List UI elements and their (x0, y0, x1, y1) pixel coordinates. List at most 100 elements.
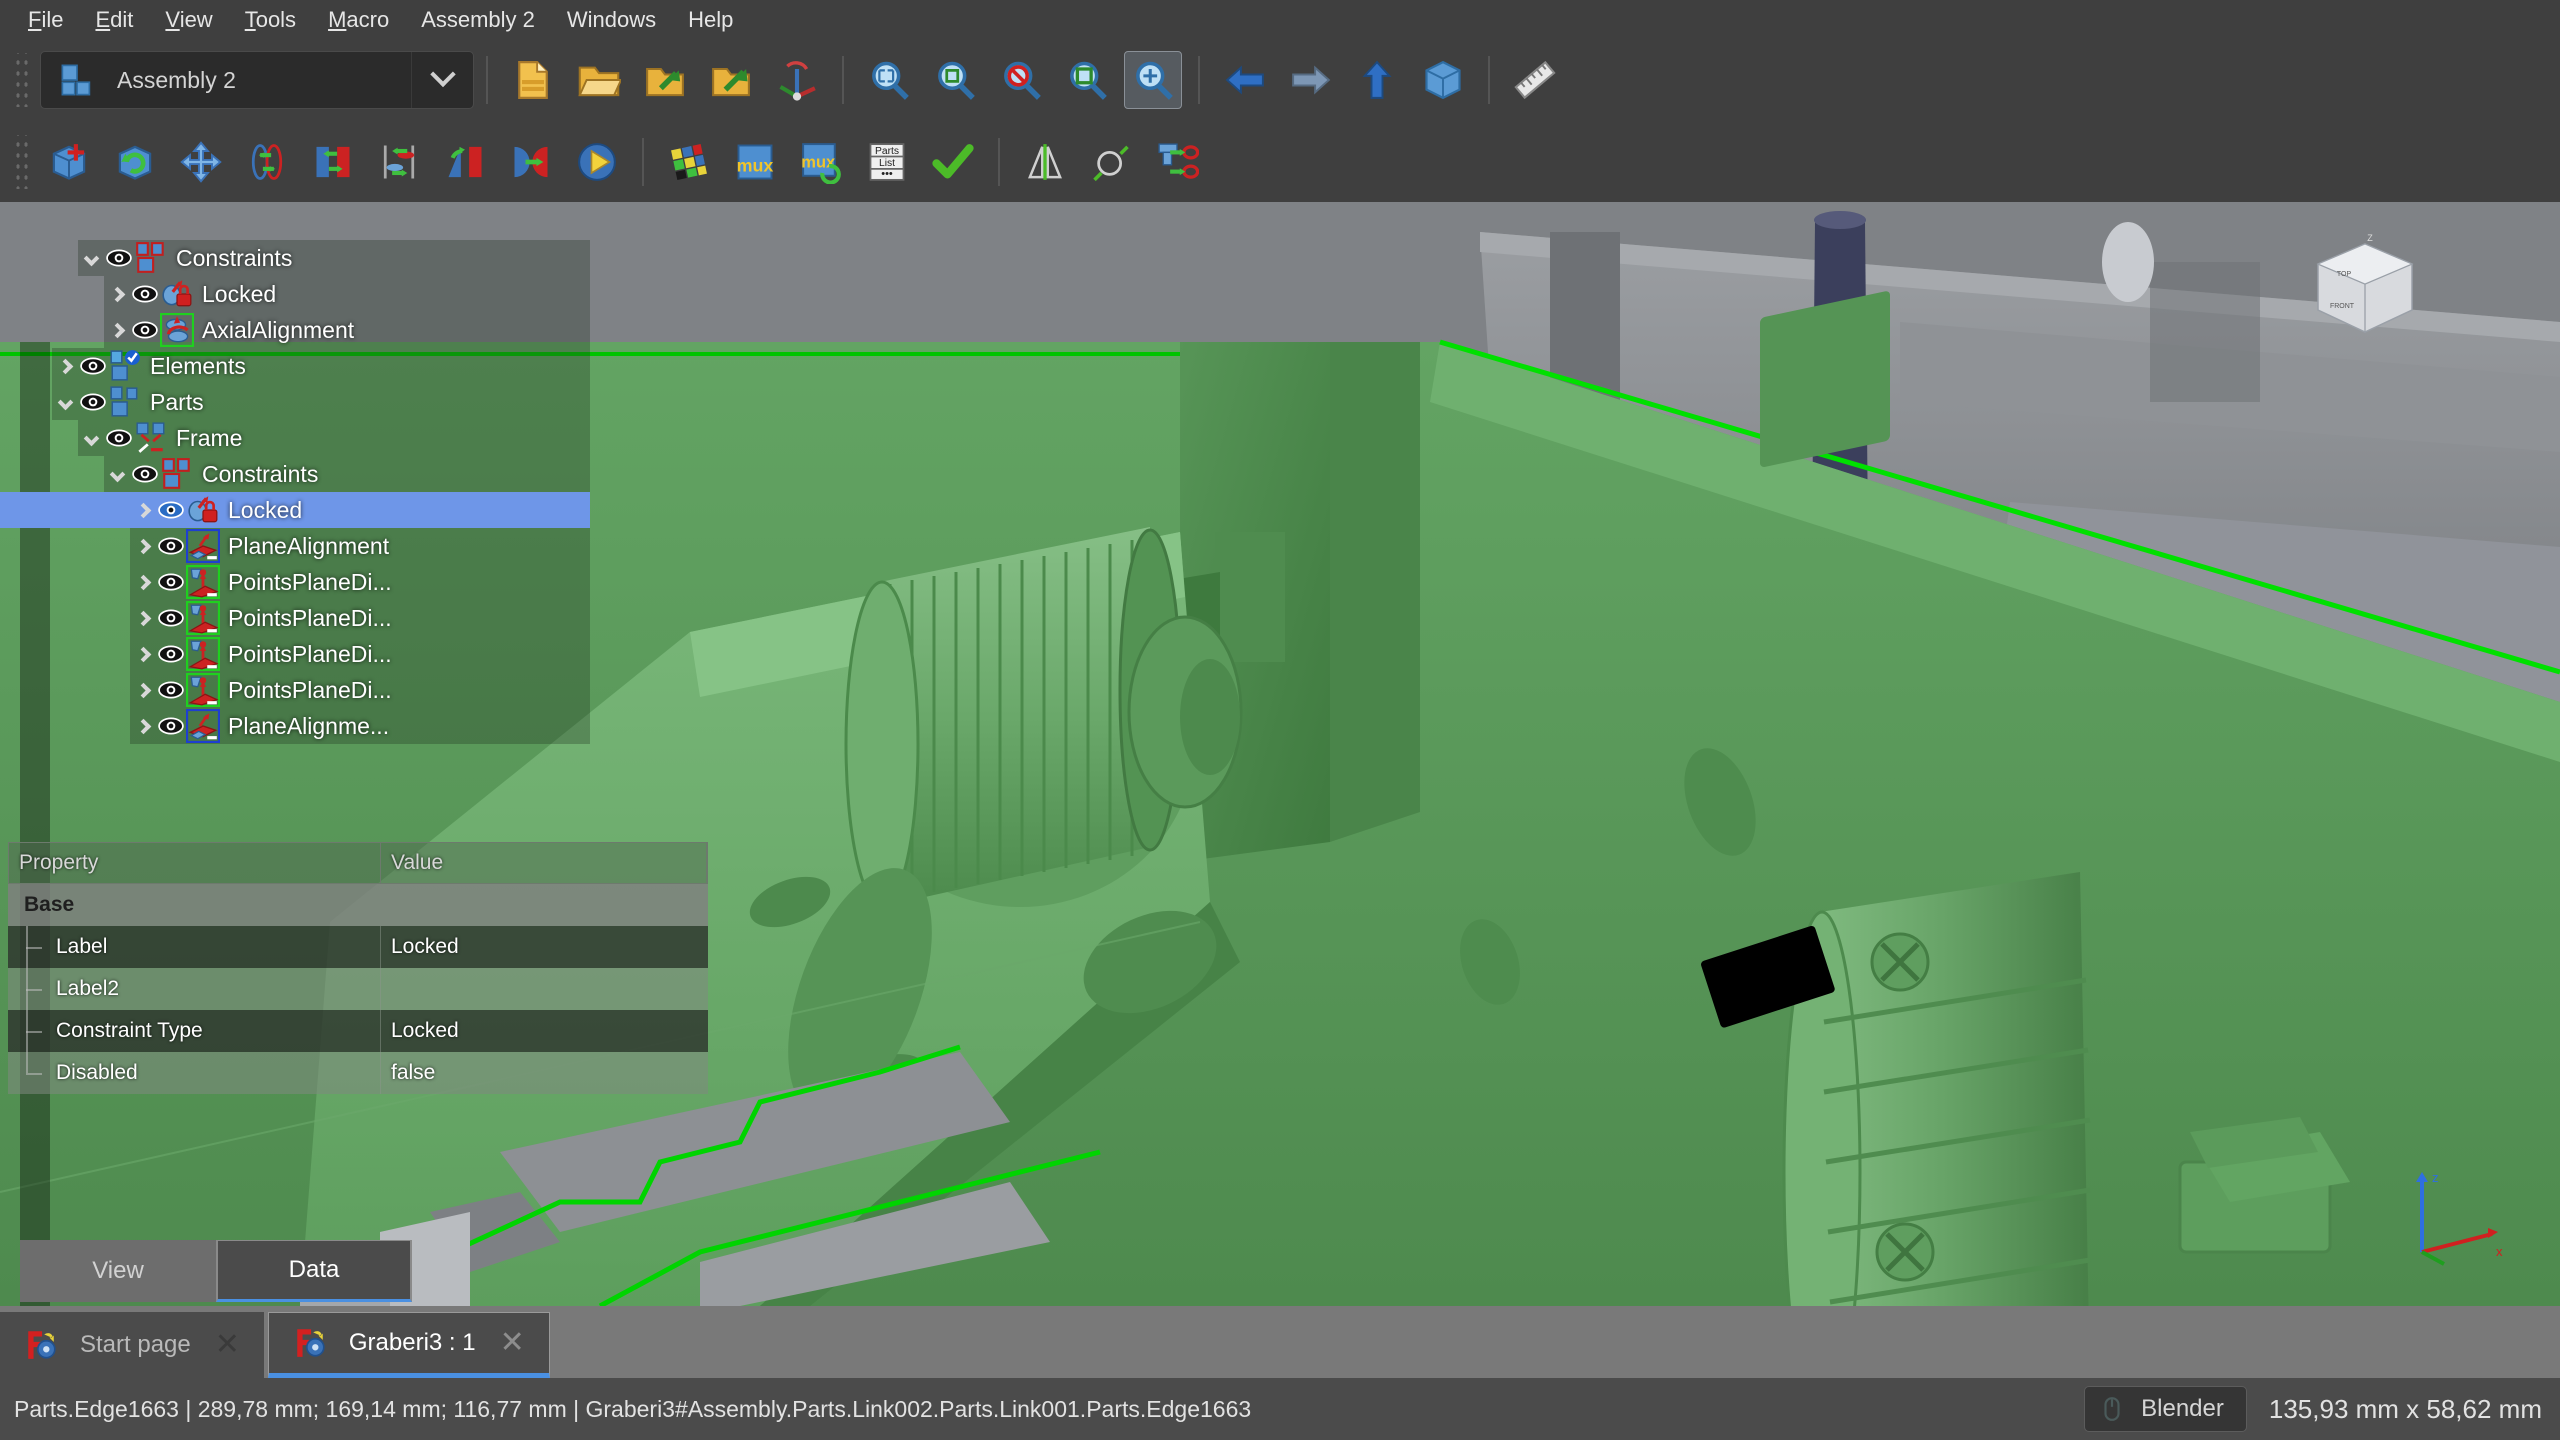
visibility-eye-icon[interactable] (156, 528, 186, 564)
tree-item-locked[interactable]: Locked (0, 276, 590, 312)
chevron-right-icon[interactable] (130, 492, 156, 528)
assembly-toolbar-grip[interactable] (12, 134, 30, 189)
tree-item-pointsplanedi[interactable]: PointsPlaneDi... (0, 564, 590, 600)
chevron-right-icon[interactable] (104, 276, 130, 312)
nav-back-button[interactable] (1216, 51, 1274, 109)
property-value[interactable]: Locked (380, 1010, 708, 1052)
visibility-eye-icon[interactable] (156, 564, 186, 600)
bolt-constraint-button[interactable] (1148, 133, 1206, 191)
measure-button[interactable] (1506, 51, 1564, 109)
fit-all-button[interactable] (860, 51, 918, 109)
close-icon[interactable]: ✕ (215, 1330, 240, 1360)
tree-item-pointsplanedi[interactable]: PointsPlaneDi... (0, 636, 590, 672)
zoom-clear-button[interactable] (992, 51, 1050, 109)
tree-item-pointsplanedi[interactable]: PointsPlaneDi... (0, 600, 590, 636)
chevron-down-icon[interactable] (78, 420, 104, 456)
mirror-button[interactable] (1016, 133, 1074, 191)
property-row-label[interactable]: Label Locked (8, 926, 708, 968)
visibility-eye-icon[interactable] (130, 312, 160, 348)
visibility-eye-icon[interactable] (78, 384, 108, 420)
chevron-down-icon[interactable] (104, 456, 130, 492)
tree-item-planealignme[interactable]: PlaneAlignme... (0, 708, 590, 744)
menu-macro[interactable]: Macro (312, 3, 405, 37)
axial-constraint-button[interactable] (238, 133, 296, 191)
property-row-disabled[interactable]: Disabled false (8, 1052, 708, 1094)
chevron-right-icon[interactable] (130, 708, 156, 744)
visibility-eye-icon[interactable] (104, 420, 134, 456)
tree-item-elements[interactable]: Elements (0, 348, 590, 384)
visibility-eye-icon[interactable] (156, 708, 186, 744)
chevron-right-icon[interactable] (130, 528, 156, 564)
chevron-right-icon[interactable] (104, 312, 130, 348)
tree-item-constraints[interactable]: Constraints (0, 456, 590, 492)
axonometric-view-button[interactable] (1414, 51, 1472, 109)
move-part-button[interactable] (172, 133, 230, 191)
tree-item-axialalignment[interactable]: AxialAlignment (0, 312, 590, 348)
close-icon[interactable]: ✕ (500, 1328, 525, 1358)
menu-tools[interactable]: Tools (229, 3, 312, 37)
nav-forward-button[interactable] (1282, 51, 1340, 109)
document-tab-start-page[interactable]: Start page ✕ (0, 1312, 264, 1378)
add-part-button[interactable] (40, 133, 98, 191)
property-value[interactable]: false (380, 1052, 708, 1094)
property-value[interactable] (380, 968, 708, 1010)
menu-edit[interactable]: Edit (79, 3, 149, 37)
visibility-eye-icon[interactable] (130, 456, 160, 492)
tree-item-parts[interactable]: Parts (0, 384, 590, 420)
navigation-cube[interactable]: TOP FRONT Z (2300, 232, 2430, 362)
visibility-eye-icon[interactable] (156, 492, 186, 528)
save-as-button[interactable] (702, 51, 760, 109)
chevron-down-icon[interactable] (78, 240, 104, 276)
mux-assembly-button[interactable]: mux (726, 133, 784, 191)
tree-item-constraints[interactable]: Constraints (0, 240, 590, 276)
parts-list-button[interactable]: Parts List ••• (858, 133, 916, 191)
chevron-right-icon[interactable] (130, 672, 156, 708)
chevron-down-icon[interactable] (411, 52, 473, 108)
menu-view[interactable]: View (149, 3, 228, 37)
fit-selection-button[interactable] (926, 51, 984, 109)
box-zoom-button[interactable] (1058, 51, 1116, 109)
solve-constraints-button[interactable] (568, 133, 626, 191)
document-tab-graberi3[interactable]: Graberi3 : 1 ✕ (267, 1312, 550, 1378)
visibility-eye-icon[interactable] (78, 348, 108, 384)
visibility-eye-icon[interactable] (130, 276, 160, 312)
menu-help[interactable]: Help (672, 3, 749, 37)
navigation-style-button[interactable]: Blender (2084, 1386, 2247, 1432)
angle-constraint-button[interactable] (436, 133, 494, 191)
refresh-button[interactable] (768, 51, 826, 109)
tree-item-locked[interactable]: Locked (0, 492, 590, 528)
menu-assembly2[interactable]: Assembly 2 (405, 3, 551, 37)
visibility-eye-icon[interactable] (156, 636, 186, 672)
tab-view[interactable]: View (20, 1240, 216, 1302)
accept-button[interactable] (924, 133, 982, 191)
model-tree[interactable]: Constraints Locked AxialAlignment Elements P… (0, 240, 590, 744)
chevron-down-icon[interactable] (52, 384, 78, 420)
chevron-right-icon[interactable] (52, 348, 78, 384)
property-row-label2[interactable]: Label2 (8, 968, 708, 1010)
save-document-button[interactable] (636, 51, 694, 109)
tab-data[interactable]: Data (216, 1240, 412, 1302)
tree-item-frame[interactable]: Frame (0, 420, 590, 456)
update-part-button[interactable] (106, 133, 164, 191)
menu-windows[interactable]: Windows (551, 3, 672, 37)
new-document-button[interactable] (504, 51, 562, 109)
randomize-button[interactable] (660, 133, 718, 191)
property-value[interactable]: Locked (380, 926, 708, 968)
visibility-eye-icon[interactable] (156, 672, 186, 708)
plane-constraint-button[interactable] (304, 133, 362, 191)
tree-item-planealignment[interactable]: PlaneAlignment (0, 528, 590, 564)
chevron-right-icon[interactable] (130, 600, 156, 636)
visibility-eye-icon[interactable] (156, 600, 186, 636)
toolbar-grip[interactable] (12, 53, 30, 107)
workbench-selector[interactable]: Assembly 2 (40, 51, 474, 109)
chevron-right-icon[interactable] (130, 636, 156, 672)
circle-line-button[interactable] (1082, 133, 1140, 191)
open-document-button[interactable] (570, 51, 628, 109)
menu-file[interactable]: File (12, 3, 79, 37)
property-row-constraint-type[interactable]: Constraint Type Locked (8, 1010, 708, 1052)
nav-up-button[interactable] (1348, 51, 1406, 109)
tree-item-pointsplanedi[interactable]: PointsPlaneDi... (0, 672, 590, 708)
property-group-base[interactable]: Base (8, 884, 708, 926)
mux-update-button[interactable]: mux (792, 133, 850, 191)
circular-edge-constraint-button[interactable] (370, 133, 428, 191)
